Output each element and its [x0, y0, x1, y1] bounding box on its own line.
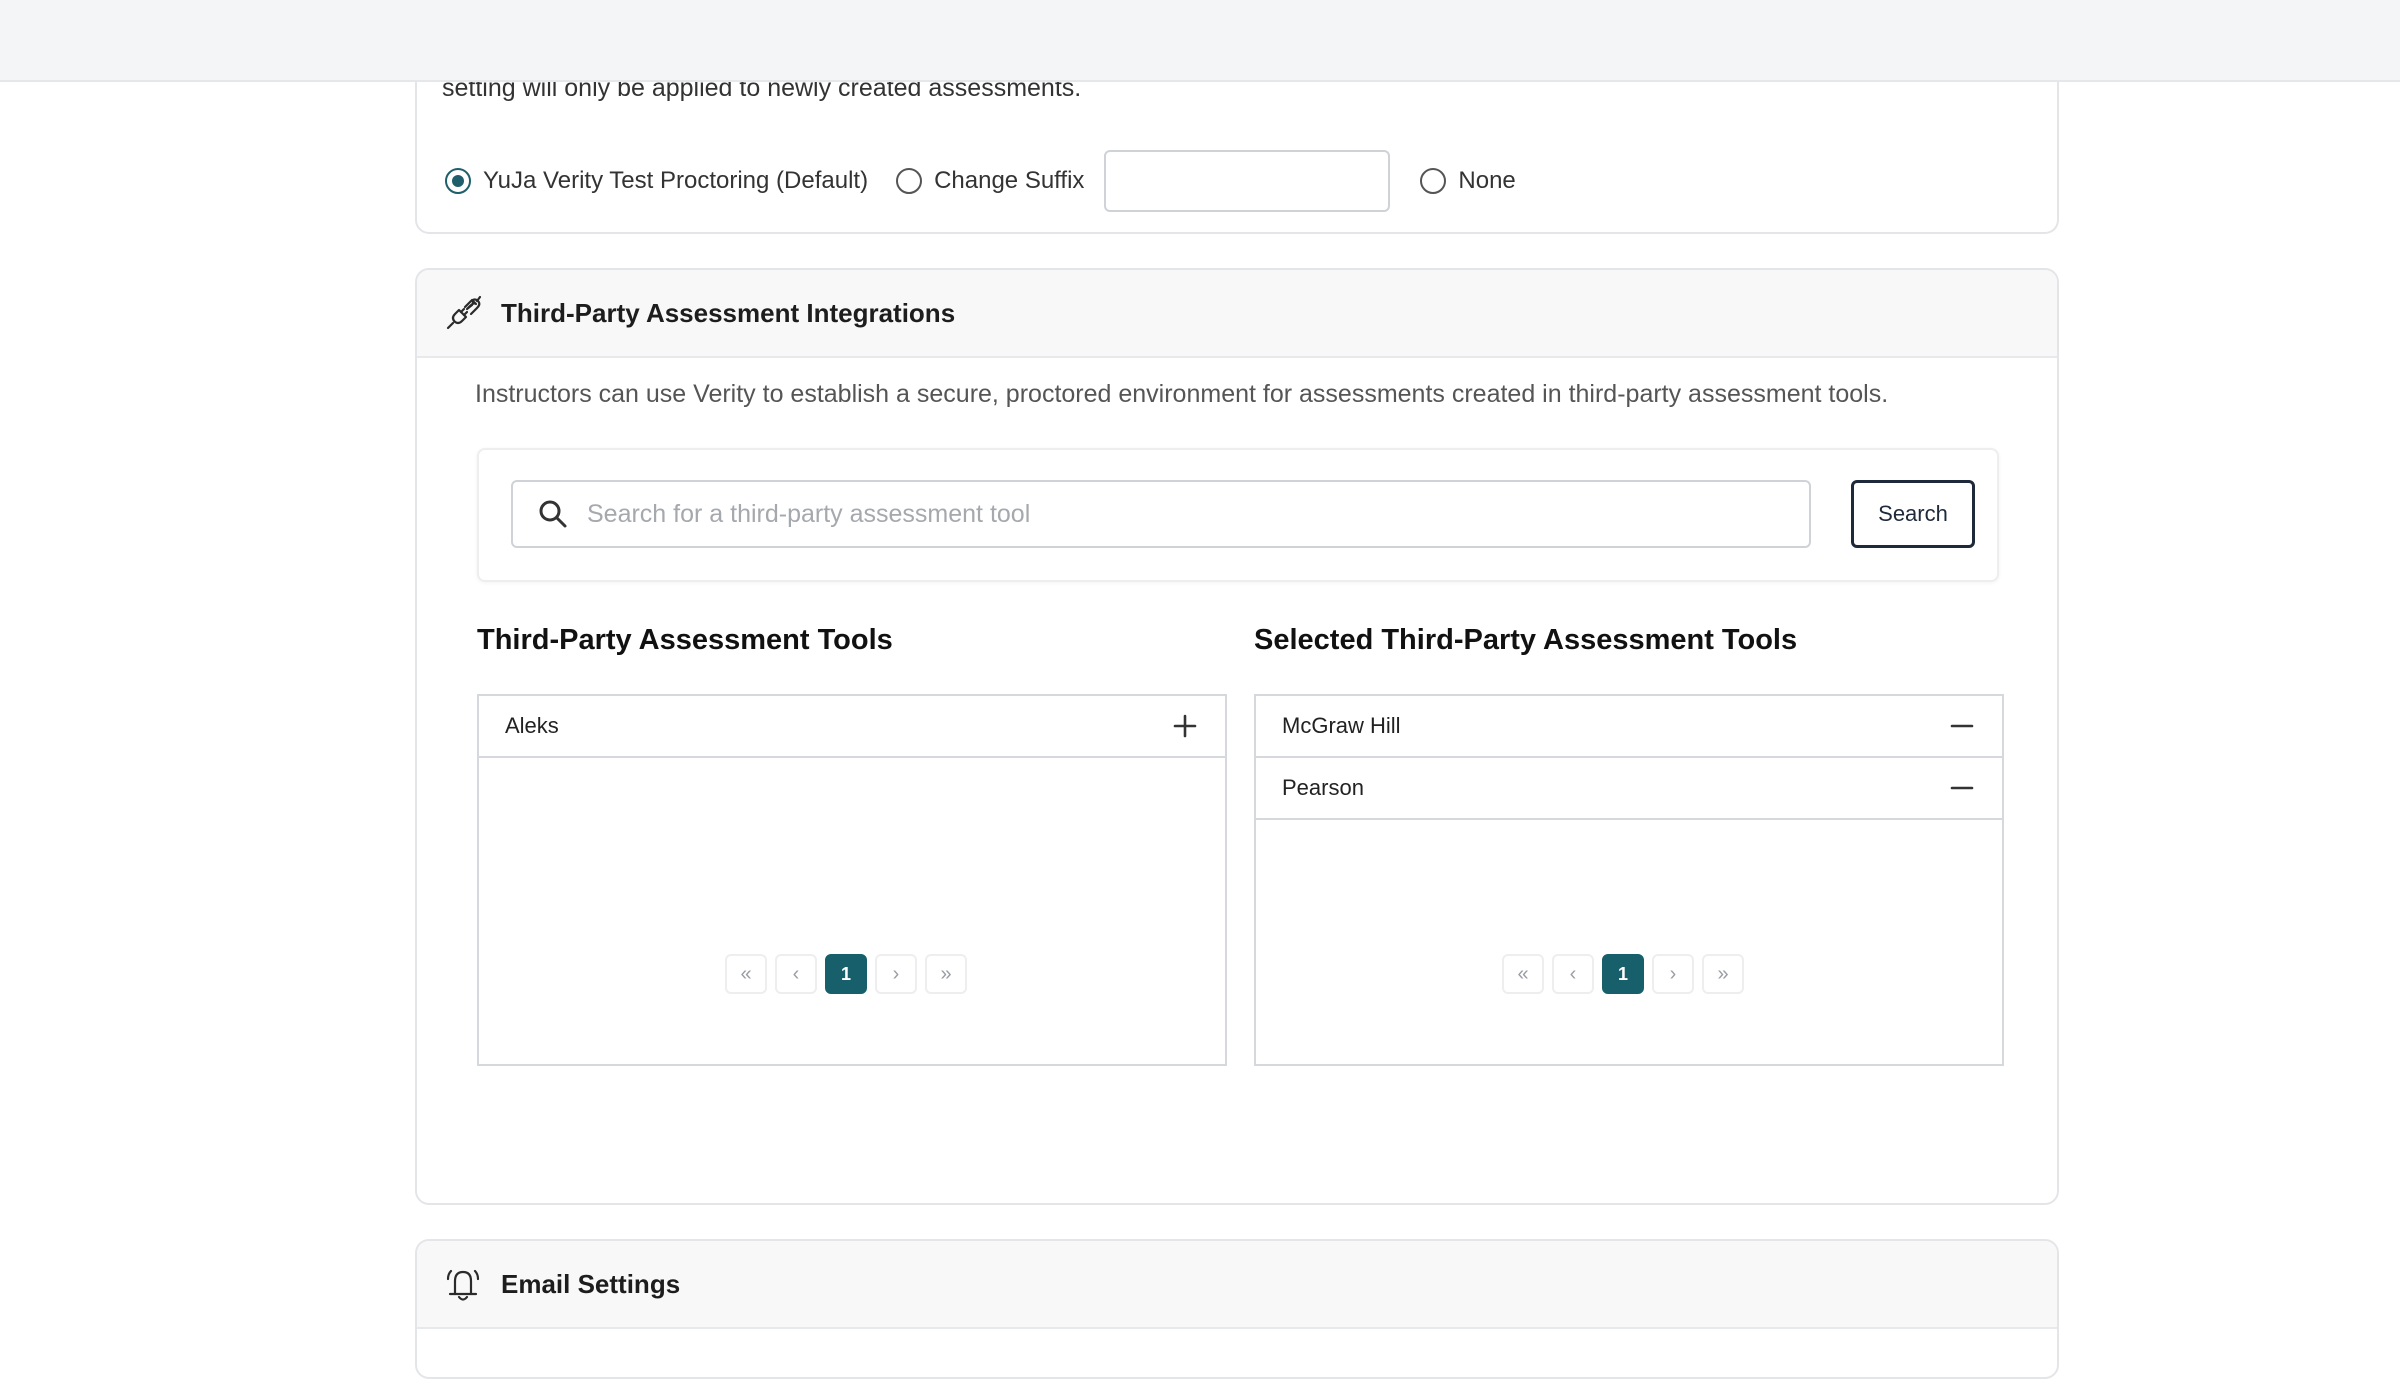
top-header-bar	[0, 0, 2400, 82]
list-item-label: Aleks	[505, 713, 559, 738]
email-settings-title: Email Settings	[501, 1268, 681, 1299]
third-party-title: Third-Party Assessment Integrations	[501, 297, 956, 328]
next-page-button[interactable]: ›	[1652, 954, 1694, 994]
first-page-button[interactable]: «	[1502, 954, 1544, 994]
list-item: McGraw Hill	[1256, 696, 2002, 758]
minus-icon[interactable]	[1948, 774, 1976, 802]
list-item-label: McGraw Hill	[1282, 713, 1401, 738]
radio-change-suffix[interactable]	[896, 168, 923, 194]
next-page-button[interactable]: ›	[875, 954, 917, 994]
page-number-button[interactable]: 1	[825, 954, 867, 994]
radio-change-suffix-label[interactable]: Change Suffix	[934, 167, 1084, 195]
minus-icon[interactable]	[1948, 712, 1976, 740]
last-page-button[interactable]: »	[1702, 954, 1744, 994]
available-tools-title: Third-Party Assessment Tools	[477, 624, 893, 656]
prev-page-button[interactable]: ‹	[775, 954, 817, 994]
available-tools-pagination: « ‹ 1 › »	[725, 954, 975, 994]
search-icon	[539, 500, 567, 528]
plug-icon	[446, 295, 482, 330]
radio-default[interactable]	[445, 168, 471, 194]
selected-tools-list: McGraw Hill Pearson	[1254, 694, 2004, 1066]
search-button[interactable]: Search	[1851, 480, 1975, 548]
prev-page-button[interactable]: ‹	[1552, 954, 1594, 994]
radio-none[interactable]	[1420, 168, 1447, 194]
third-party-description: Instructors can use Verity to establish …	[475, 380, 1889, 408]
third-party-integrations-card: Third-Party Assessment Integrations Inst…	[415, 268, 2059, 1205]
radio-none-label[interactable]: None	[1458, 167, 1515, 195]
selected-tools-title: Selected Third-Party Assessment Tools	[1254, 624, 1798, 656]
email-settings-card: Email Settings	[415, 1239, 2059, 1379]
third-party-header: Third-Party Assessment Integrations	[417, 270, 2057, 358]
email-settings-header: Email Settings	[417, 1241, 2057, 1329]
plus-icon[interactable]	[1171, 712, 1199, 740]
page-number-button[interactable]: 1	[1602, 954, 1644, 994]
search-panel: Search	[477, 448, 1999, 582]
bell-icon	[446, 1269, 480, 1301]
last-page-button[interactable]: »	[925, 954, 967, 994]
list-item: Pearson	[1256, 758, 2002, 820]
list-item: Aleks	[479, 696, 1225, 758]
suffix-input[interactable]	[1104, 150, 1391, 212]
selected-tools-pagination: « ‹ 1 › »	[1502, 954, 1752, 994]
first-page-button[interactable]: «	[725, 954, 767, 994]
available-tools-list: Aleks	[477, 694, 1227, 1066]
search-input[interactable]	[585, 498, 1769, 530]
list-item-label: Pearson	[1282, 775, 1364, 800]
suffix-radio-group: YuJa Verity Test Proctoring (Default) Ch…	[445, 150, 1544, 212]
radio-default-label[interactable]: YuJa Verity Test Proctoring (Default)	[483, 167, 868, 195]
search-field[interactable]	[511, 480, 1811, 548]
